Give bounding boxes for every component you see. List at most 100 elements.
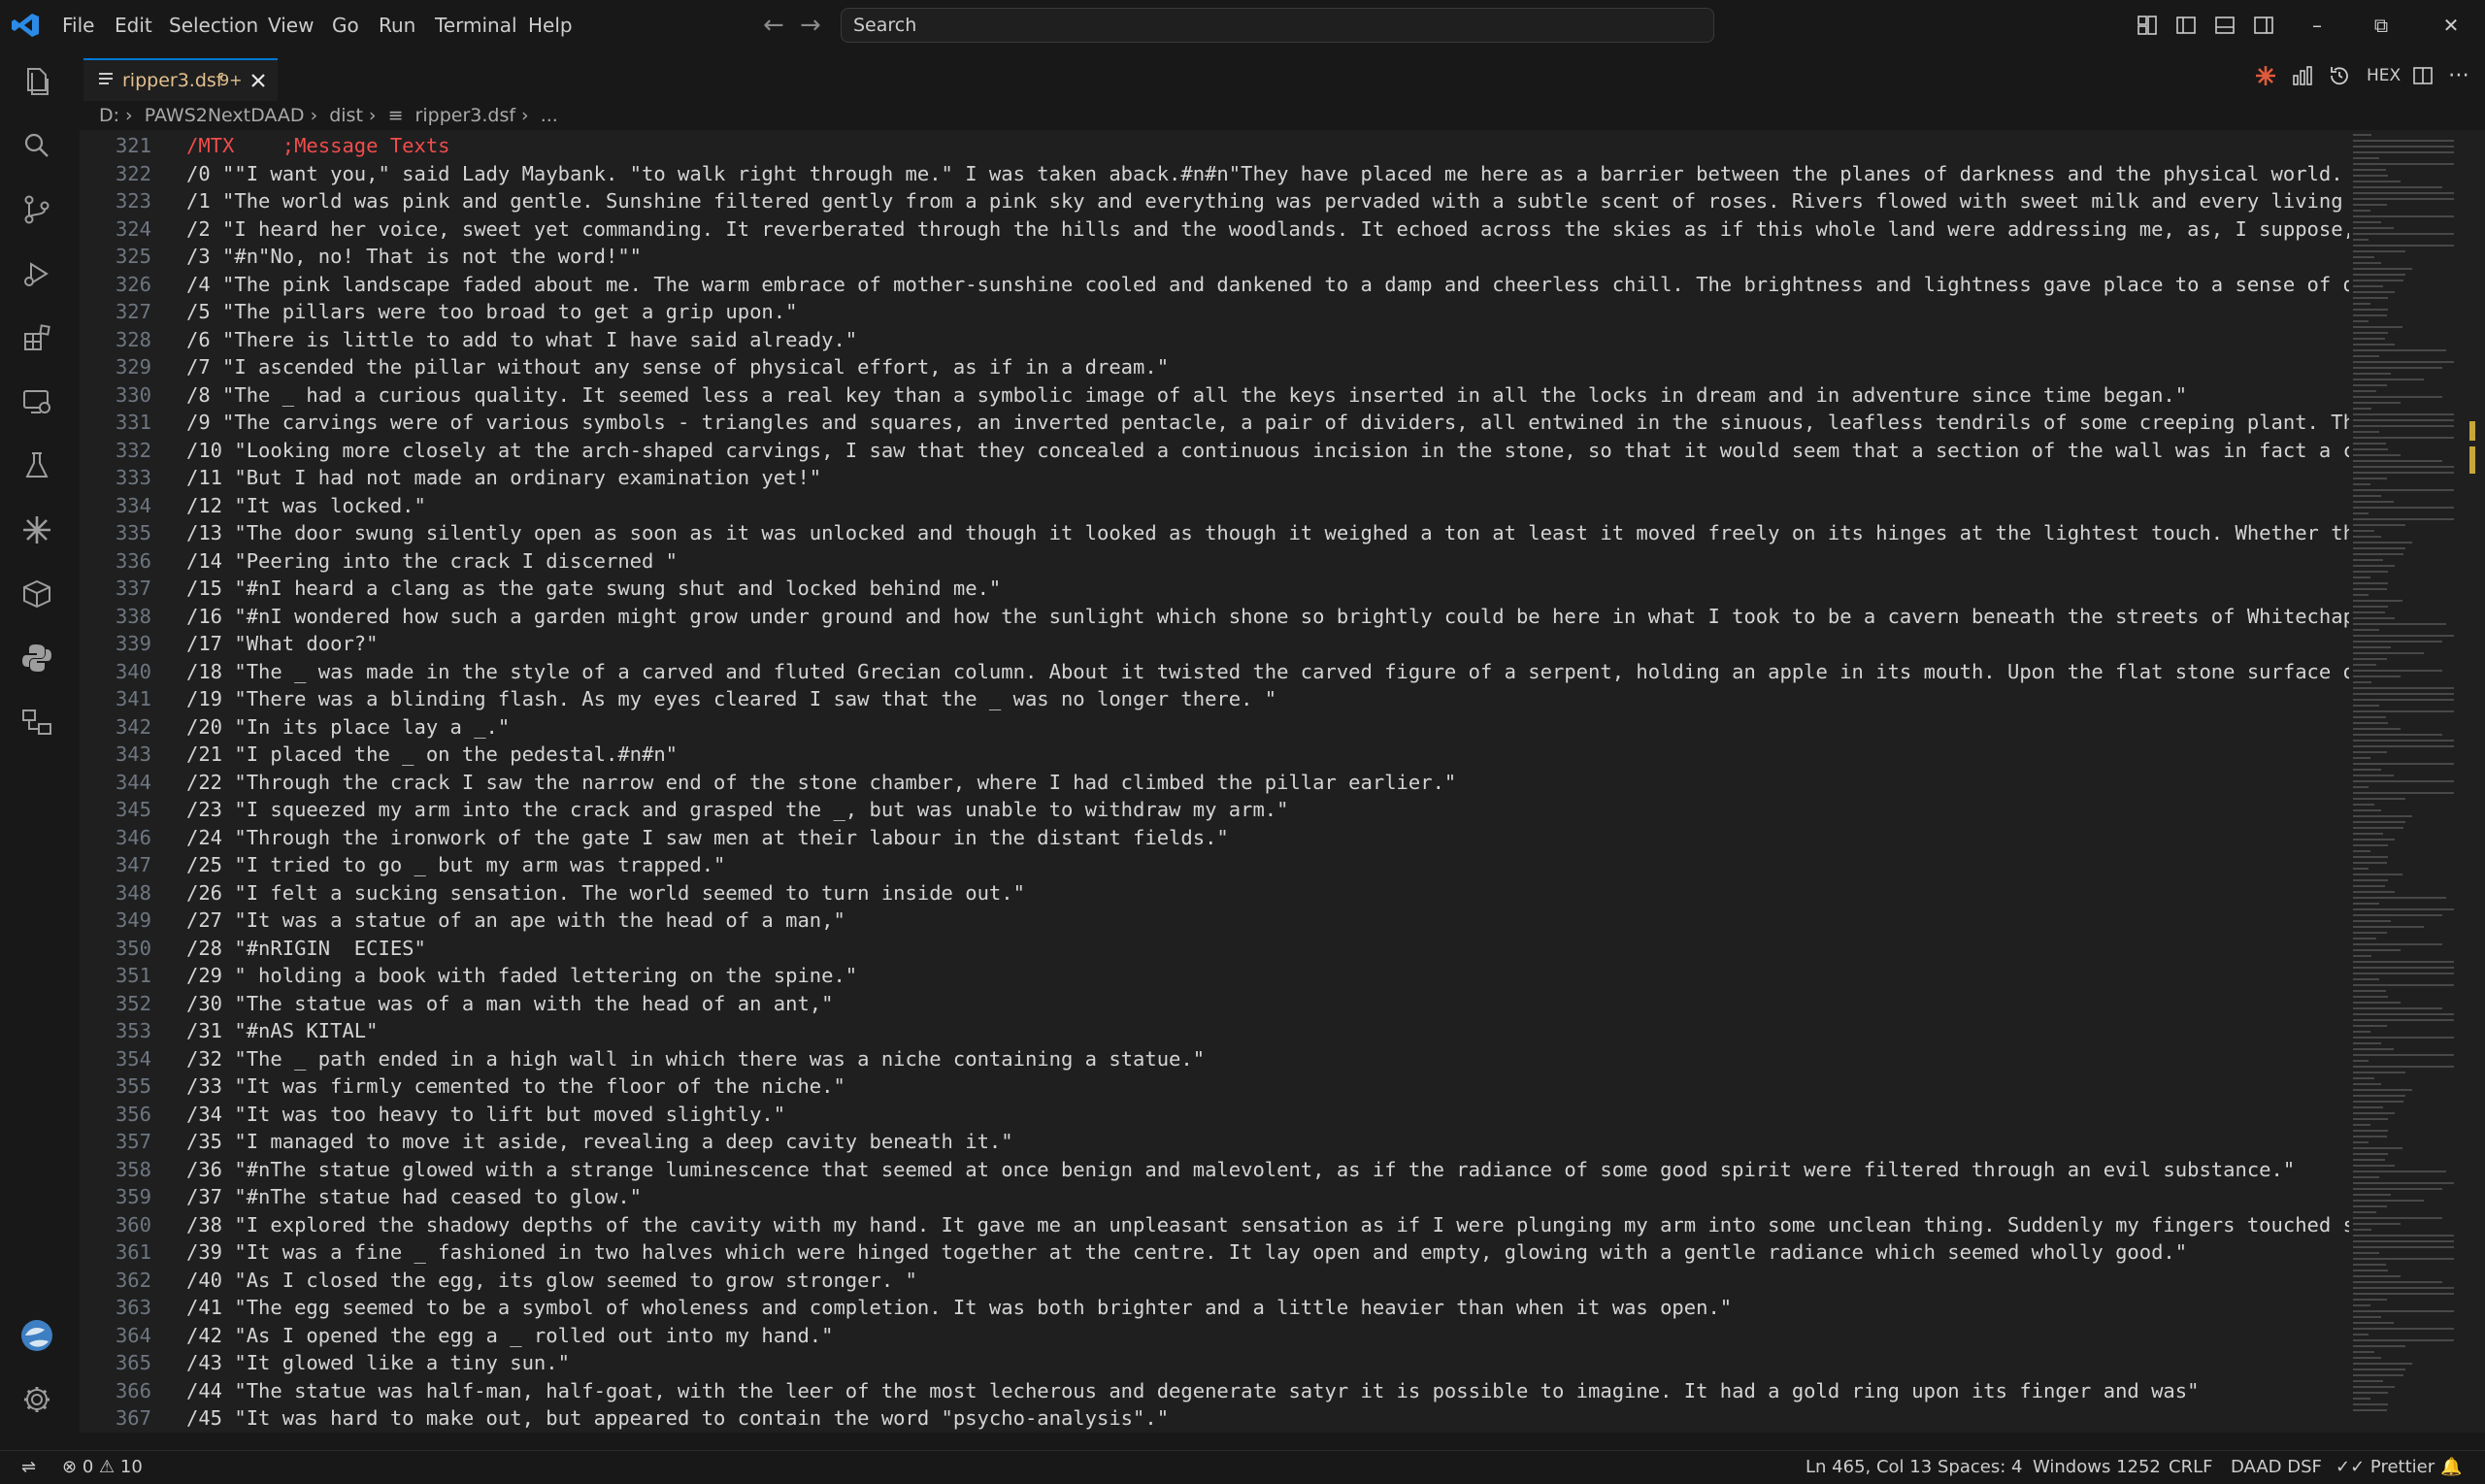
end-of-line[interactable]: CRLF (2169, 1451, 2212, 1484)
code-line[interactable]: 341/19 "There was a blinding flash. As m… (80, 685, 2349, 713)
burst-status-icon[interactable] (2254, 64, 2277, 87)
menu-file[interactable]: File (62, 0, 94, 50)
menu-run[interactable]: Run (379, 0, 415, 50)
search-icon[interactable] (19, 128, 54, 163)
more-actions-icon[interactable]: ⋯ (2448, 64, 2469, 87)
code-line[interactable]: 353/31 "#nAS KITAL" (80, 1017, 2349, 1045)
python-icon[interactable] (19, 641, 54, 676)
prettier-status[interactable]: ✓✓ Prettier (2336, 1451, 2435, 1484)
code-line[interactable]: 366/44 "The statue was half-man, half-go… (80, 1377, 2349, 1405)
breadcrumb-symbol[interactable]: ... (541, 105, 558, 126)
code-line[interactable]: 349/27 "It was a statue of an ape with t… (80, 907, 2349, 935)
indentation[interactable]: Spaces: 4 (1938, 1451, 2022, 1484)
code-line[interactable]: 330/8 "The _ had a curious quality. It s… (80, 381, 2349, 410)
code-line[interactable]: 363/41 "The egg seemed to be a symbol of… (80, 1294, 2349, 1322)
code-line[interactable]: 345/23 "I squeezed my arm into the crack… (80, 796, 2349, 824)
language-mode[interactable]: DAAD DSF (2231, 1451, 2322, 1484)
menu-help[interactable]: Help (528, 0, 573, 50)
explorer-icon[interactable] (19, 64, 54, 99)
testing-icon[interactable] (19, 448, 54, 483)
split-editor-icon[interactable] (2411, 64, 2435, 87)
code-line[interactable]: 364/42 "As I opened the egg a _ rolled o… (80, 1322, 2349, 1350)
menu-go[interactable]: Go (332, 0, 359, 50)
source-control-icon[interactable] (19, 192, 54, 227)
minimap[interactable] (2349, 130, 2466, 1433)
code-line[interactable]: 342/20 "In its place lay a _." (80, 713, 2349, 742)
toggle-primary-sidebar-icon[interactable] (2174, 14, 2198, 37)
code-line[interactable]: 329/7 "I ascended the pillar without any… (80, 353, 2349, 381)
code-line[interactable]: 344/22 "Through the crack I saw the narr… (80, 769, 2349, 797)
code-line[interactable]: 331/9 "The carvings were of various symb… (80, 409, 2349, 437)
code-line[interactable]: 327/5 "The pillars were too broad to get… (80, 298, 2349, 326)
code-line[interactable]: 361/39 "It was a fine _ fashioned in two… (80, 1238, 2349, 1267)
code-line[interactable]: 356/34 "It was too heavy to lift but mov… (80, 1101, 2349, 1129)
breadcrumb-folder[interactable]: PAWS2NextDAAD (145, 105, 305, 126)
code-line[interactable]: 350/28 "#nRIGIN ECIES" (80, 935, 2349, 963)
code-editor[interactable]: 321/MTX ;Message Texts 322/0 ""I want you… (80, 130, 2349, 1433)
cursor-position[interactable]: Ln 465, Col 13 (1806, 1451, 1932, 1484)
code-line[interactable]: 338/16 "#nI wondered how such a garden m… (80, 603, 2349, 631)
code-line[interactable]: 323/1 "The world was pink and gentle. Su… (80, 187, 2349, 215)
code-line[interactable]: 325/3 "#n"No, no! That is not the word!"… (80, 243, 2349, 271)
code-line[interactable]: 328/6 "There is little to add to what I … (80, 326, 2349, 354)
code-line[interactable]: 358/36 "#nThe statue glowed with a stran… (80, 1156, 2349, 1184)
close-tab-icon[interactable] (247, 69, 270, 92)
code-line[interactable]: 347/25 "I tried to go _ but my arm was t… (80, 851, 2349, 879)
tab-ripper3-dsf[interactable]: ripper3.dsf 9+ (83, 58, 278, 101)
toggle-secondary-sidebar-icon[interactable] (2252, 14, 2275, 37)
code-line[interactable]: 352/30 "The statue was of a man with the… (80, 990, 2349, 1018)
code-line[interactable]: 360/38 "I explored the shadowy depths of… (80, 1211, 2349, 1239)
code-line[interactable]: 336/14 "Peering into the crack I discern… (80, 547, 2349, 576)
code-line[interactable]: 326/4 "The pink landscape faded about me… (80, 271, 2349, 299)
bar-chart-icon[interactable] (2291, 64, 2314, 87)
code-line[interactable]: 354/32 "The _ path ended in a high wall … (80, 1045, 2349, 1073)
remote-connections-icon[interactable] (19, 705, 54, 740)
code-line[interactable]: 365/43 "It glowed like a tiny sun." (80, 1349, 2349, 1377)
breadcrumb-file[interactable]: ripper3.dsf (415, 105, 516, 126)
file-encoding[interactable]: Windows 1252 (2033, 1451, 2161, 1484)
code-line[interactable]: 337/15 "#nI heard a clang as the gate sw… (80, 575, 2349, 603)
code-line[interactable]: 340/18 "The _ was made in the style of a… (80, 658, 2349, 686)
code-line[interactable]: 346/24 "Through the ironwork of the gate… (80, 824, 2349, 852)
code-line[interactable]: 355/33 "It was firmly cemented to the fl… (80, 1072, 2349, 1101)
code-line[interactable]: 339/17 "What door?" (80, 630, 2349, 658)
extensions-icon[interactable] (19, 320, 54, 355)
problems-indicator[interactable]: ⊗ 0 ⚠ 10 (62, 1451, 143, 1484)
code-line[interactable]: 362/40 "As I closed the egg, its glow se… (80, 1267, 2349, 1295)
code-line[interactable]: 334/12 "It was locked." (80, 492, 2349, 520)
code-line[interactable]: 343/21 "I placed the _ on the pedestal.#… (80, 741, 2349, 769)
restore-icon[interactable]: ⧉ (2357, 0, 2405, 50)
code-line[interactable]: 351/29 " holding a book with faded lette… (80, 962, 2349, 990)
run-debug-icon[interactable] (19, 256, 54, 291)
vertical-scrollbar[interactable] (2466, 130, 2485, 1433)
menu-selection[interactable]: Selection (169, 0, 258, 50)
code-line[interactable]: 333/11 "But I had not made an ordinary e… (80, 464, 2349, 492)
breadcrumb-subfolder[interactable]: dist (329, 105, 363, 126)
sparkle-icon[interactable] (19, 512, 54, 547)
code-line[interactable]: 335/13 "The door swung silently open as … (80, 519, 2349, 547)
remote-explorer-icon[interactable] (19, 384, 54, 419)
code-line[interactable]: 321/MTX ;Message Texts (80, 132, 2349, 160)
code-line[interactable]: 348/26 "I felt a sucking sensation. The … (80, 879, 2349, 907)
remote-indicator-icon[interactable]: ⇌ (21, 1451, 36, 1484)
menu-edit[interactable]: Edit (115, 0, 152, 50)
toggle-panel-icon[interactable] (2213, 14, 2236, 37)
code-line[interactable]: 359/37 "#nThe statue had ceased to glow.… (80, 1183, 2349, 1211)
notifications-bell-icon[interactable]: 🔔 (2440, 1451, 2462, 1484)
command-center-search[interactable]: Search (841, 8, 1714, 43)
package-icon[interactable] (19, 577, 54, 611)
code-line[interactable]: 322/0 ""I want you," said Lady Maybank. … (80, 160, 2349, 188)
code-line[interactable]: 324/2 "I heard her voice, sweet yet comm… (80, 215, 2349, 244)
hex-editor-button[interactable]: HEX (2367, 64, 2401, 87)
menu-terminal[interactable]: Terminal (435, 0, 517, 50)
forward-arrow-icon[interactable]: → (800, 12, 821, 39)
menu-view[interactable]: View (268, 0, 314, 50)
code-line[interactable]: 367/45 "It was hard to make out, but app… (80, 1404, 2349, 1433)
settings-gear-icon[interactable] (19, 1382, 54, 1417)
accounts-avatar-icon[interactable] (19, 1318, 54, 1353)
minimize-icon[interactable]: – (2293, 0, 2341, 50)
code-line[interactable]: 357/35 "I managed to move it aside, reve… (80, 1128, 2349, 1156)
code-line[interactable]: 332/10 "Looking more closely at the arch… (80, 437, 2349, 465)
close-window-icon[interactable]: ✕ (2427, 0, 2475, 50)
history-icon[interactable] (2328, 64, 2351, 87)
